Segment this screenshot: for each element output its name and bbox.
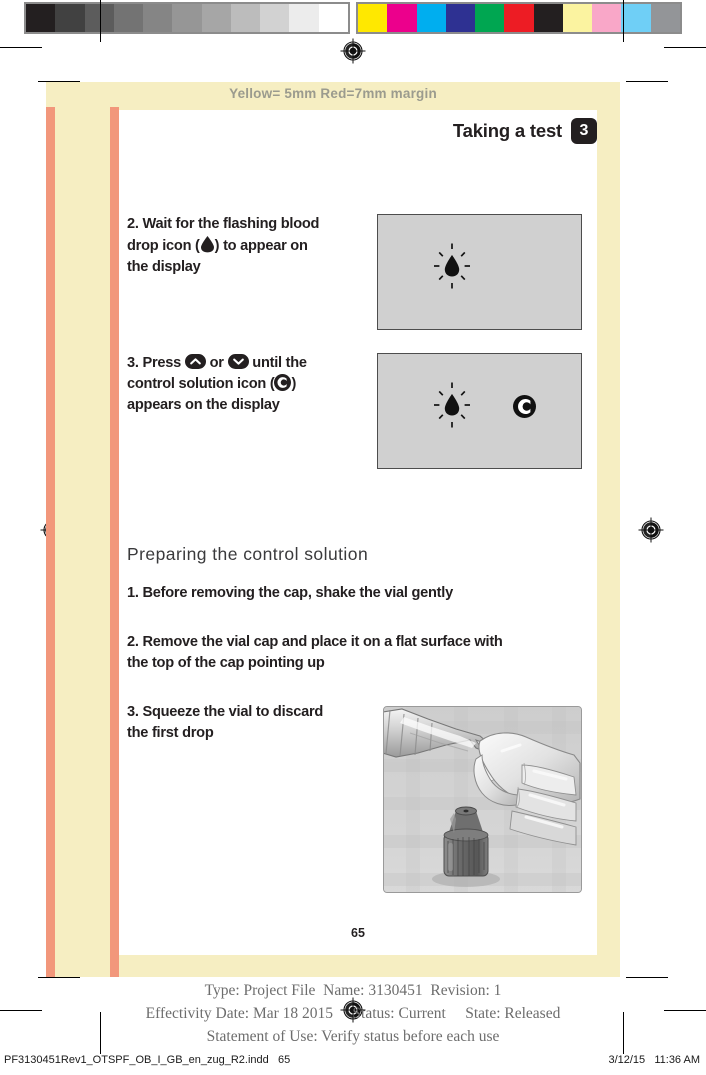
step-3-line-3: appears on the display: [127, 397, 280, 414]
crop-mark-top-left-h: [0, 47, 42, 48]
prep-step-2-text: 2. Remove the vial cap and place it on a…: [127, 632, 597, 674]
crop-mark-bleed-top-right: [626, 81, 668, 82]
flashing-blood-drop-icon-1: [434, 243, 470, 289]
red-margin-bar-inner: [110, 107, 119, 977]
color-swatch-3: [445, 4, 476, 32]
crop-mark-bleed-bottom-left: [38, 977, 80, 978]
step-2-line-3: the display: [127, 259, 201, 276]
step-3-line-1: 3. Press or until the: [127, 354, 307, 371]
chapter-number-badge: 3: [571, 118, 597, 144]
color-swatch-5: [504, 4, 534, 32]
gray-swatch-5: [172, 4, 202, 32]
color-swatch-1: [387, 4, 417, 32]
color-swatch-6: [533, 4, 563, 32]
color-swatch-10: [650, 4, 680, 32]
step-3-text: 3. Press or until the control solution i…: [127, 353, 367, 416]
color-swatch-2: [416, 4, 446, 32]
section-heading: Preparing the control solution: [127, 544, 369, 564]
gray-swatch-4: [143, 4, 173, 32]
bleed-area: Yellow= 5mm Red=7mm margin Taking a test…: [46, 82, 620, 977]
stamp-line-3: Statement of Use: Verify status before e…: [206, 1028, 500, 1045]
vial-squeeze-illustration-svg: [384, 707, 581, 892]
step-2-line-2: drop icon () to appear on: [127, 235, 367, 257]
gray-swatch-9: [289, 4, 319, 32]
footer-timestamp: 3/12/15 11:36 AM: [608, 1054, 700, 1066]
crop-mark-top-left-v: [100, 0, 101, 42]
margin-note-label: Yellow= 5mm Red=7mm margin: [229, 86, 437, 101]
gray-swatch-0: [26, 4, 56, 32]
gray-swatch-3: [113, 4, 144, 32]
gray-swatch-7: [230, 4, 261, 32]
stamp-line-1: Type: Project File Name: 3130451 Revisio…: [204, 982, 502, 999]
page-proof-canvas: Yellow= 5mm Red=7mm margin Taking a test…: [0, 0, 706, 1075]
meter-display-panel-2: [377, 353, 582, 469]
gray-swatch-6: [201, 4, 231, 32]
prep-step-2-line-1: 2. Remove the vial cap and place it on a…: [127, 634, 503, 650]
prep-step-3-line-1: 3. Squeeze the vial to discard: [127, 704, 324, 720]
color-swatch-7: [562, 4, 593, 32]
gray-swatch-10: [318, 4, 348, 32]
color-swatch-4: [475, 4, 505, 32]
gray-swatch-8: [260, 4, 290, 32]
up-arrow-key-icon: [184, 354, 206, 369]
gray-swatch-1: [55, 4, 85, 32]
step-2-text: 2. Wait for the flashing blood drop icon…: [127, 214, 367, 278]
down-arrow-key-icon: [227, 354, 249, 369]
prep-step-1-line-1: 1. Before removing the cap, shake the vi…: [127, 585, 453, 601]
page-content: Taking a test 3 2. Wait for the flashing…: [119, 110, 597, 955]
vial-squeeze-illustration: [383, 706, 582, 893]
crop-mark-top-right-v: [623, 0, 624, 42]
color-calibration-bar: [356, 2, 682, 34]
crop-mark-top-right-h: [664, 47, 706, 48]
page-title: Taking a test: [452, 120, 562, 141]
red-margin-bar-outer: [46, 107, 55, 977]
page-header: Taking a test 3: [439, 110, 597, 152]
step-3-line-2: control solution icon (): [127, 374, 297, 393]
stamp-line-2: Effectivity Date: Mar 18 2015 Status: Cu…: [145, 1005, 561, 1022]
color-swatch-9: [621, 4, 651, 32]
color-swatch-0: [358, 4, 388, 32]
registration-target-top: [340, 38, 366, 64]
prep-step-3-line-2: the first drop: [127, 725, 214, 742]
footer-file-name: PF3130451Rev1_OTSPF_OB_I_GB_en_zug_R2.in…: [4, 1054, 291, 1066]
prep-step-1-text: 1. Before removing the cap, shake the vi…: [127, 583, 597, 604]
page-number: 65: [351, 926, 365, 940]
step-2-line-1: 2. Wait for the flashing blood: [127, 216, 320, 232]
meter-display-panel-1: [377, 214, 582, 330]
crop-mark-bleed-bottom-right: [626, 977, 668, 978]
registration-target-right: [638, 517, 664, 543]
grayscale-calibration-bar: [24, 2, 350, 34]
prep-step-3-text: 3. Squeeze the vial to discard the first…: [127, 702, 367, 744]
color-swatch-8: [592, 4, 622, 32]
prep-step-2-line-2: the top of the cap pointing up: [127, 655, 325, 672]
blood-drop-icon: [200, 236, 214, 253]
control-solution-c-display-icon: [513, 395, 536, 418]
control-solution-c-icon: [274, 374, 292, 392]
flashing-blood-drop-icon-2: [434, 382, 470, 428]
